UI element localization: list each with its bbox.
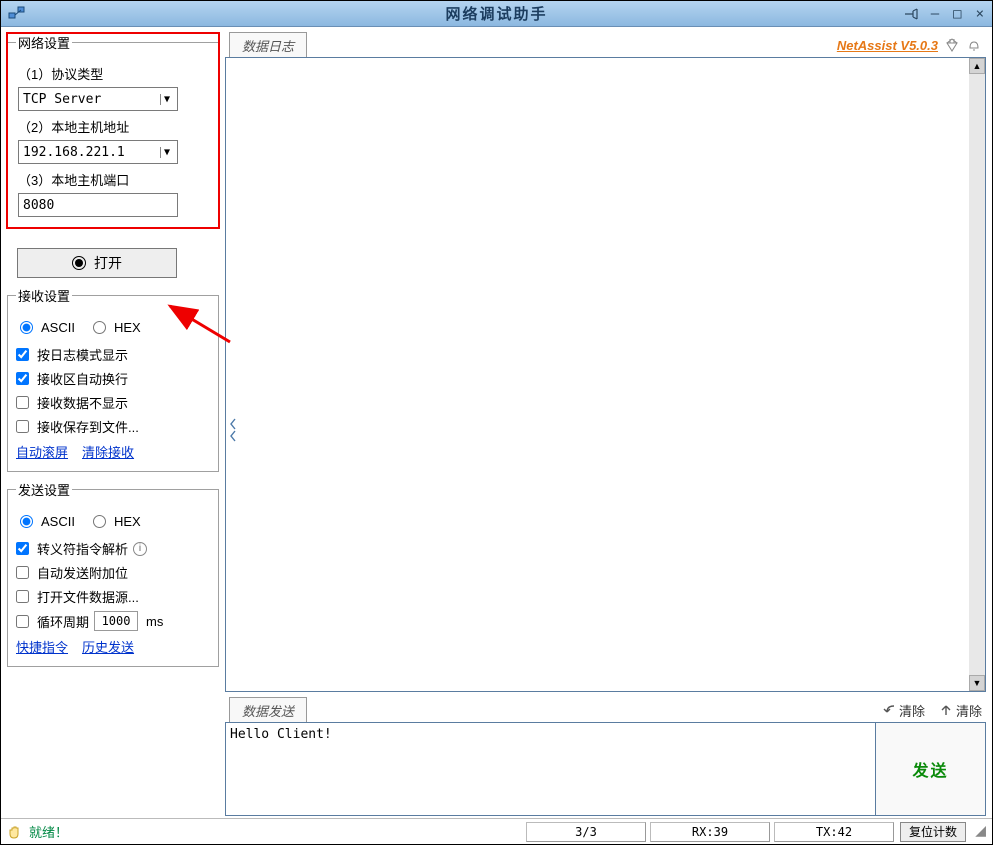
- loop-unit: ms: [146, 614, 163, 629]
- host-value: 192.168.221.1: [23, 145, 125, 160]
- receive-settings-legend: 接收设置: [16, 286, 72, 305]
- up-arrow-icon: [939, 703, 953, 717]
- hide-recv-checkbox[interactable]: 接收数据不显示: [16, 393, 210, 412]
- quick-cmd-link[interactable]: 快捷指令: [16, 637, 68, 656]
- right-pane: 数据日志 NetAssist V5.0.3 ▲ ▼: [225, 33, 986, 816]
- network-settings-group: 网络设置 （1）协议类型 TCP Server ▼ （2）本地主机地址 192.…: [7, 33, 219, 228]
- auto-append-checkbox[interactable]: 自动发送附加位: [16, 563, 210, 582]
- vertical-scrollbar[interactable]: ▲ ▼: [969, 58, 985, 691]
- network-settings-legend: 网络设置: [16, 33, 72, 52]
- left-pane: 网络设置 （1）协议类型 TCP Server ▼ （2）本地主机地址 192.…: [7, 33, 219, 816]
- bell-icon: [966, 38, 982, 52]
- escape-parse-checkbox[interactable]: 转义符指令解析 i: [16, 539, 210, 558]
- recv-ascii-radio[interactable]: ASCII: [20, 320, 75, 335]
- port-input[interactable]: [18, 193, 178, 217]
- reset-counter-button[interactable]: 复位计数: [900, 822, 966, 842]
- host-select[interactable]: 192.168.221.1 ▼: [18, 140, 178, 164]
- auto-scroll-link[interactable]: 自动滚屏: [16, 442, 68, 461]
- status-rx: RX:39: [650, 822, 770, 842]
- open-file-src-checkbox[interactable]: 打开文件数据源...: [16, 587, 210, 606]
- scroll-up-icon[interactable]: ▲: [969, 58, 985, 74]
- protocol-select[interactable]: TCP Server ▼: [18, 87, 178, 111]
- send-settings-group: 发送设置 ASCII HEX 转义符指令解析 i 自动发送附加位 打开文件数据源…: [7, 480, 219, 667]
- host-label: （2）本地主机地址: [18, 117, 210, 136]
- pin-icon[interactable]: [903, 7, 921, 21]
- save-to-file-checkbox[interactable]: 接收保存到文件...: [16, 417, 210, 436]
- log-area: ▲ ▼: [225, 57, 986, 692]
- history-send-link[interactable]: 历史发送: [82, 637, 134, 656]
- receive-settings-group: 接收设置 ASCII HEX 按日志模式显示 接收区自动换行 接收数据不显示 接…: [7, 286, 219, 472]
- maximize-button[interactable]: □: [949, 6, 965, 22]
- titlebar: 网络调试助手 — □ ×: [1, 1, 992, 27]
- hand-icon: [7, 824, 23, 840]
- minimize-button[interactable]: —: [927, 6, 943, 22]
- loop-send-checkbox[interactable]: 循环周期 ms: [16, 611, 210, 631]
- send-title: 数据发送: [229, 697, 307, 723]
- statusbar: 就绪！ 3/3 RX:39 TX:42 复位计数 ◢: [1, 818, 992, 844]
- status-dot-icon: [72, 256, 86, 270]
- protocol-label: （1）协议类型: [18, 64, 210, 83]
- log-content[interactable]: [226, 58, 969, 691]
- open-button[interactable]: 打开: [17, 248, 177, 278]
- send-settings-legend: 发送设置: [16, 480, 72, 499]
- recv-hex-radio[interactable]: HEX: [93, 320, 141, 335]
- splitter-handle-icon[interactable]: [228, 416, 238, 444]
- scroll-down-icon[interactable]: ▼: [969, 675, 985, 691]
- brand-link[interactable]: NetAssist V5.0.3: [837, 38, 938, 53]
- close-button[interactable]: ×: [972, 6, 988, 22]
- send-hex-radio[interactable]: HEX: [93, 514, 141, 529]
- loop-interval-input[interactable]: [94, 611, 138, 631]
- log-title: 数据日志: [229, 32, 307, 58]
- log-mode-checkbox[interactable]: 按日志模式显示: [16, 345, 210, 364]
- clear-recv-link[interactable]: 清除接收: [82, 442, 134, 461]
- clear-action-2[interactable]: 清除: [939, 701, 982, 720]
- status-tx: TX:42: [774, 822, 894, 842]
- protocol-value: TCP Server: [23, 92, 101, 107]
- undo-arrow-icon: [882, 703, 896, 717]
- status-ready: 就绪！: [29, 822, 68, 841]
- diamond-icon: [944, 38, 960, 52]
- scroll-track[interactable]: [969, 74, 985, 675]
- send-button[interactable]: 发送: [876, 722, 986, 816]
- auto-wrap-checkbox[interactable]: 接收区自动换行: [16, 369, 210, 388]
- resize-grip-icon[interactable]: ◢: [972, 825, 986, 839]
- info-icon[interactable]: i: [133, 542, 147, 556]
- dropdown-arrow-icon: ▼: [160, 94, 173, 105]
- send-ascii-radio[interactable]: ASCII: [20, 514, 75, 529]
- open-button-label: 打开: [94, 253, 122, 273]
- clear-action-1[interactable]: 清除: [882, 701, 925, 720]
- status-counter: 3/3: [526, 822, 646, 842]
- window-title: 网络调试助手: [445, 3, 547, 24]
- port-label: （3）本地主机端口: [18, 170, 210, 189]
- app-icon: [5, 4, 29, 24]
- send-input[interactable]: [225, 722, 876, 816]
- dropdown-arrow-icon: ▼: [160, 147, 173, 158]
